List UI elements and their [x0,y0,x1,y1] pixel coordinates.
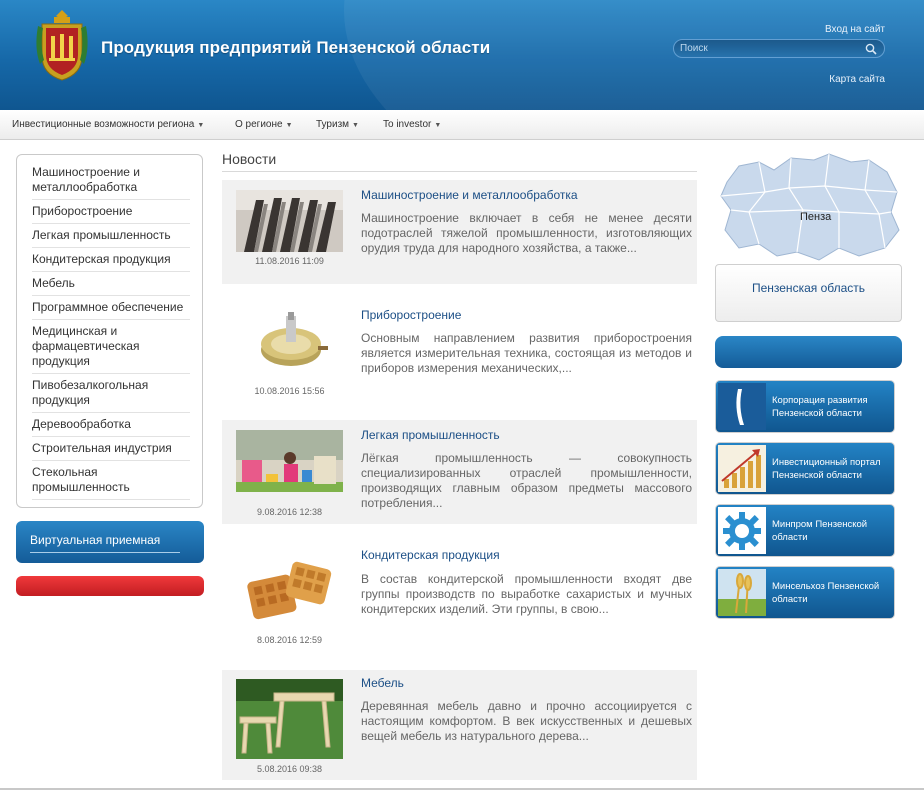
site-header: Продукция предприятий Пензенской области… [0,0,924,110]
caret-down-icon: ▼ [352,122,359,129]
nav-item-label: To investor [383,119,432,130]
gear-icon [718,507,766,554]
divider [30,552,180,553]
nav-item-about-region[interactable]: О регионе ▼ [235,119,293,130]
divider [222,171,697,172]
sidebar-item-beverages[interactable]: Пивобезалкогольная продукция [32,374,190,413]
sidebar-item-machinery[interactable]: Машиностроение и металлообработка [32,161,190,200]
news-date: 8.08.2016 12:59 [256,635,323,645]
corporation-logo-icon [718,383,766,430]
site-title[interactable]: Продукция предприятий Пензенской области [101,38,490,58]
news-item: 5.08.2016 09:38 Мебель Деревянная мебель… [222,670,697,780]
banner-investment-portal[interactable]: Инвестиционный портал Пензенской области [715,442,895,495]
news-excerpt: Основным направлением развития приборост… [361,331,692,375]
nav-item-investment[interactable]: Инвестиционные возможности региона ▼ [12,119,204,130]
banner-label: Инвестиционный портал Пензенской области [772,456,881,481]
news-item: 11.08.2016 11:09 Машиностроение и металл… [222,180,697,284]
banner-minselhoz[interactable]: Минсельхоз Пензенской области [715,566,895,619]
news-thumbnail-confectionery[interactable] [236,555,343,625]
banner-minprom[interactable]: Минпром Пензенской области [715,504,895,557]
news-thumbnail-furniture[interactable] [236,679,343,759]
search-icon[interactable] [864,42,878,56]
nav-item-tourism[interactable]: Туризм ▼ [316,119,359,130]
news-date: 10.08.2016 15:56 [254,386,325,396]
banner-corporation[interactable]: Корпорация развития Пензенской области [715,380,895,433]
news-thumbnail-light-industry[interactable] [236,430,343,492]
blue-banner-button[interactable] [715,336,902,368]
news-item: 8.08.2016 12:59 Кондитерская продукция В… [222,541,697,651]
red-banner-button[interactable] [16,576,204,596]
region-map[interactable]: Пенза [719,152,902,264]
virtual-reception-label: Виртуальная приемная [30,533,161,547]
news-excerpt: Деревянная мебель давно и прочно ассоции… [361,699,692,743]
news-excerpt: В состав кондитерской промышленности вхо… [361,572,692,616]
growth-chart-icon [718,445,766,492]
news-excerpt: Машиностроение включает в себя не менее … [361,211,692,255]
sidebar-item-light-industry[interactable]: Легкая промышленность [32,224,190,248]
news-thumbnail-instruments[interactable] [236,310,343,372]
sidebar-item-glass[interactable]: Стекольная промышленность [32,461,190,500]
sidebar-item-instruments[interactable]: Приборостроение [32,200,190,224]
nav-item-label: О регионе [235,119,283,130]
sidebar-item-medical[interactable]: Медицинская и фармацевтическая продукция [32,320,190,374]
banner-label: Корпорация развития Пензенской области [772,394,868,419]
coat-of-arms-icon[interactable] [34,8,90,82]
caret-down-icon: ▼ [434,122,442,129]
caret-down-icon: ▼ [197,122,205,129]
sidebar-item-furniture[interactable]: Мебель [32,272,190,296]
news-date: 5.08.2016 09:38 [256,764,323,774]
nav-item-label: Туризм [316,119,350,130]
news-headline[interactable]: Мебель [361,676,404,690]
sidebar-item-woodworking[interactable]: Деревообработка [32,413,190,437]
news-excerpt: Лёгкая промышленность — совокупность спе… [361,451,692,510]
news-date: 9.08.2016 12:38 [256,507,323,517]
news-date: 11.08.2016 11:09 [255,256,324,266]
nav-item-to-investor[interactable]: To investor ▼ [383,119,441,130]
nav-item-label: Инвестиционные возможности региона [12,119,195,130]
region-link[interactable]: Пензенская область [716,281,901,295]
news-item: 9.08.2016 12:38 Легкая промышленность Лё… [222,420,697,524]
news-section-title: Новости [222,151,277,167]
news-headline[interactable]: Легкая промышленность [361,428,500,442]
virtual-reception-button[interactable]: Виртуальная приемная [16,521,204,563]
sidebar-item-construction[interactable]: Строительная индустрия [32,437,190,461]
news-headline[interactable]: Машиностроение и металлообработка [361,188,578,202]
news-headline[interactable]: Кондитерская продукция [361,548,500,562]
banner-label: Минпром Пензенской области [772,518,868,543]
news-headline[interactable]: Приборостроение [361,308,461,322]
banner-label: Минсельхоз Пензенской области [772,580,880,605]
sitemap-link[interactable]: Карта сайта [829,74,885,85]
category-menu: Машиностроение и металлообработка Прибор… [16,154,203,508]
search-input[interactable] [680,41,860,56]
main-nav: Инвестиционные возможности региона ▼ О ре… [0,110,924,140]
sidebar-item-confectionery[interactable]: Кондитерская продукция [32,248,190,272]
news-item: 10.08.2016 15:56 Приборостроение Основны… [222,300,697,404]
region-link-box[interactable]: Пензенская область [715,264,902,322]
sidebar-item-software[interactable]: Программное обеспечение [32,296,190,320]
caret-down-icon: ▼ [285,122,293,129]
search-box[interactable] [673,39,885,58]
map-city-label: Пенза [800,211,832,223]
wheat-icon [718,569,766,616]
news-thumbnail-machinery[interactable] [236,190,343,252]
login-link[interactable]: Вход на сайт [825,24,885,35]
